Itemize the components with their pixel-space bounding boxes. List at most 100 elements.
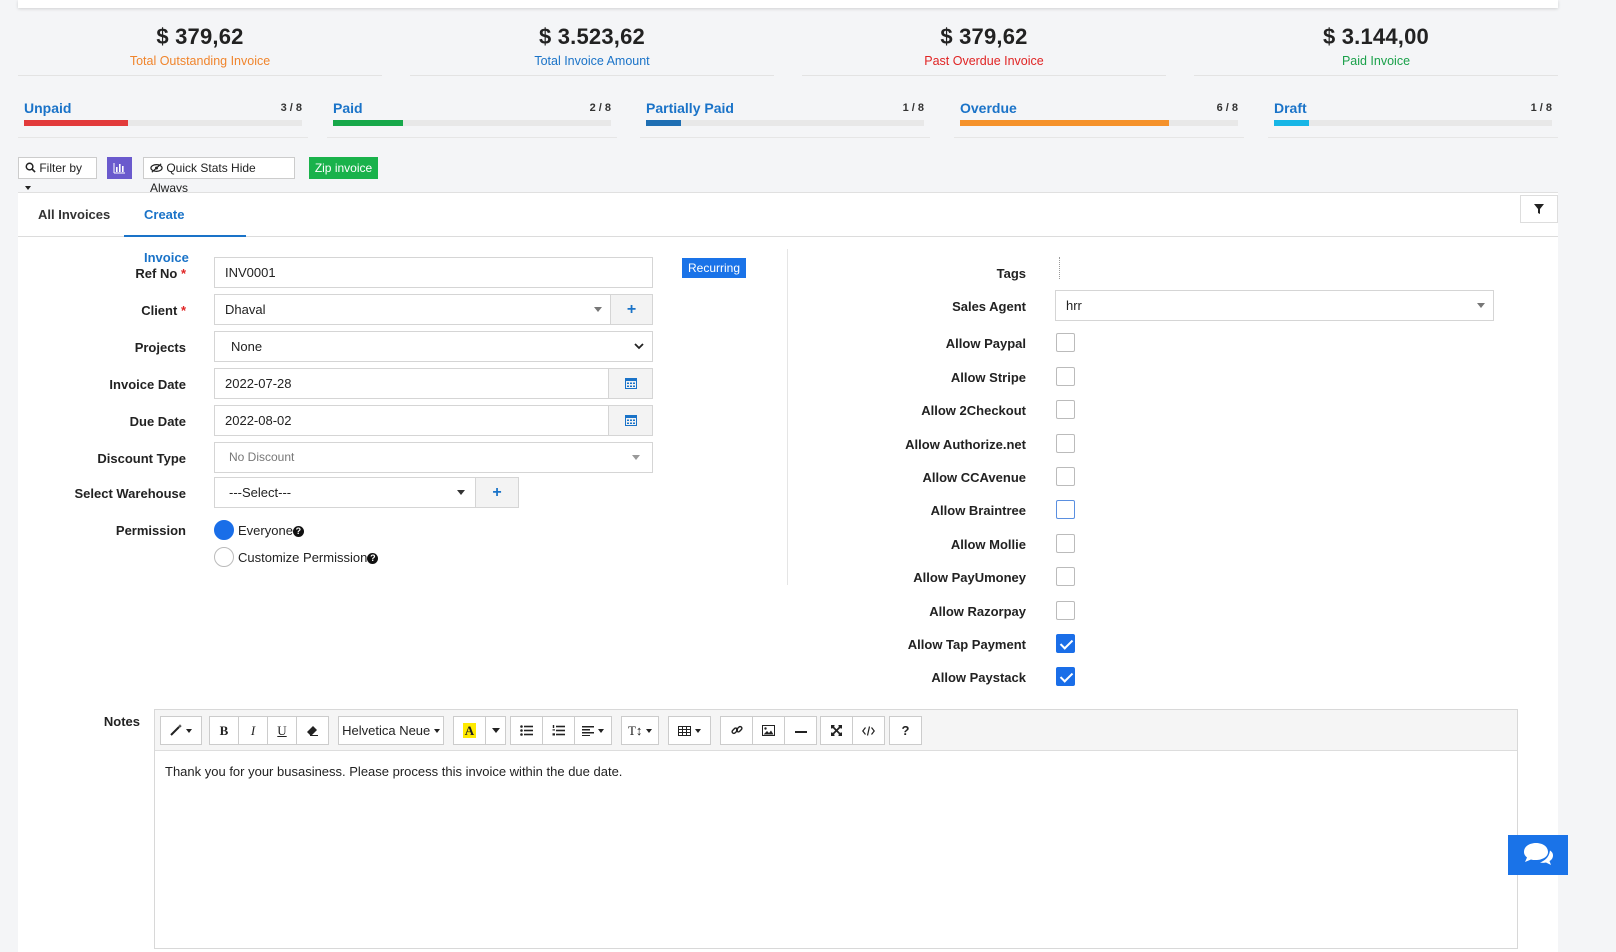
- recurring-button[interactable]: Recurring: [682, 258, 747, 278]
- italic-icon: I: [250, 723, 256, 738]
- progress-name: Paid: [333, 100, 363, 116]
- ref-no-input[interactable]: INV0001: [214, 257, 653, 288]
- table-button[interactable]: [668, 716, 711, 745]
- editor-toolbar: B I U Helvetica Neue A T↕ ?: [155, 710, 1517, 751]
- invoice-date-input[interactable]: 2022-07-28: [214, 368, 609, 399]
- image-button[interactable]: [752, 716, 785, 745]
- notes-body[interactable]: Thank you for your busasiness. Please pr…: [165, 764, 622, 779]
- filter-icon: [1534, 204, 1544, 214]
- payment-option-checkbox[interactable]: [1056, 601, 1075, 620]
- progress-name: Unpaid: [24, 100, 72, 116]
- payment-option-checkbox[interactable]: [1056, 667, 1075, 686]
- invoice-tabs: All Invoices Create Invoice: [18, 193, 1558, 265]
- chevron-down-icon: [632, 455, 640, 460]
- permission-everyone-radio[interactable]: [214, 520, 234, 540]
- payment-option-checkbox[interactable]: [1056, 367, 1075, 386]
- payment-option-checkbox[interactable]: [1056, 534, 1075, 553]
- progress-track: [333, 120, 611, 126]
- font-color-icon: A: [462, 723, 477, 738]
- calendar-icon: [624, 378, 637, 389]
- payment-option-label: Allow Authorize.net: [905, 437, 1026, 452]
- discount-type-value: No Discount: [229, 450, 295, 464]
- link-button[interactable]: [720, 716, 753, 745]
- list-ol-icon: [552, 725, 565, 736]
- font-color-button[interactable]: A: [453, 716, 486, 745]
- progress-fill: [960, 120, 1169, 126]
- question-circle-icon: ?: [292, 526, 304, 537]
- progress-fill: [24, 120, 129, 126]
- payment-option-checkbox[interactable]: [1056, 467, 1075, 486]
- permission-everyone-label: Everyone?: [238, 523, 304, 538]
- projects-select[interactable]: None: [214, 331, 653, 362]
- caret-down-icon: [646, 729, 653, 733]
- italic-button[interactable]: I: [238, 716, 268, 745]
- tags-input[interactable]: [1059, 257, 1060, 279]
- bold-button[interactable]: B: [209, 716, 239, 745]
- progress-draft[interactable]: Draft 1 / 8: [1268, 98, 1558, 138]
- progress-overdue[interactable]: Overdue 6 / 8: [954, 98, 1244, 138]
- style-button[interactable]: [160, 716, 202, 745]
- clear-format-button[interactable]: [296, 716, 329, 745]
- payment-option-label: Allow PayUmoney: [913, 570, 1026, 585]
- font-color-dropdown[interactable]: [485, 716, 506, 745]
- zip-invoice-button[interactable]: Zip invoice: [309, 157, 378, 179]
- notes-editor[interactable]: B I U Helvetica Neue A T↕ ? Thank you fo…: [154, 709, 1518, 949]
- client-select[interactable]: Dhaval: [214, 294, 611, 325]
- payment-option-label: Allow Braintree: [930, 503, 1026, 518]
- payment-option-label: Allow CCAvenue: [922, 470, 1026, 485]
- line-height-button[interactable]: T↕: [621, 716, 659, 745]
- due-date-input[interactable]: 2022-08-02: [214, 405, 609, 436]
- payment-option-checkbox[interactable]: [1056, 400, 1075, 419]
- progress-unpaid[interactable]: Unpaid 3 / 8: [18, 98, 308, 138]
- caret-down-icon: [25, 186, 31, 190]
- code-icon: [862, 726, 875, 736]
- underline-button[interactable]: U: [267, 716, 297, 745]
- warehouse-select[interactable]: ---Select---: [214, 477, 476, 508]
- fullscreen-button[interactable]: [820, 716, 853, 745]
- payment-option-checkbox[interactable]: [1056, 500, 1075, 519]
- tab-create-invoice[interactable]: Create Invoice: [124, 193, 246, 265]
- chart-toggle-button[interactable]: [107, 157, 132, 179]
- permission-custom-radio[interactable]: [214, 547, 234, 567]
- caret-down-icon: [491, 728, 500, 733]
- add-client-button[interactable]: +: [610, 294, 653, 325]
- bold-icon: B: [219, 723, 229, 738]
- projects-label: Projects: [134, 340, 186, 355]
- paragraph-align-button[interactable]: [574, 716, 612, 745]
- chat-button[interactable]: [1508, 835, 1568, 875]
- payment-option-checkbox[interactable]: [1056, 567, 1075, 586]
- discount-type-select[interactable]: No Discount: [214, 442, 653, 473]
- horizontal-rule-button[interactable]: [784, 716, 817, 745]
- progress-paid[interactable]: Paid 2 / 8: [327, 98, 617, 138]
- progress-track: [1274, 120, 1552, 126]
- progress-count: 1 / 8: [1530, 102, 1552, 114]
- invoice-card: All Invoices Create Invoice Ref No * INV…: [18, 192, 1558, 952]
- stat-total-invoice: $ 3.523,62 Total Invoice Amount: [410, 24, 774, 76]
- tab-all-invoices[interactable]: All Invoices: [18, 193, 130, 237]
- eraser-icon: [307, 726, 318, 736]
- ordered-list-button[interactable]: [542, 716, 575, 745]
- progress-name: Draft: [1274, 100, 1307, 116]
- payment-option-checkbox[interactable]: [1056, 634, 1075, 653]
- progress-partially-paid[interactable]: Partially Paid 1 / 8: [640, 98, 930, 138]
- payment-option-checkbox[interactable]: [1056, 434, 1075, 453]
- invoice-date-picker-button[interactable]: [608, 368, 653, 399]
- filter-by-button[interactable]: Filter by: [18, 157, 97, 190]
- image-icon: [762, 725, 775, 736]
- search-icon: [25, 162, 36, 173]
- font-family-button[interactable]: Helvetica Neue: [338, 716, 444, 745]
- help-button[interactable]: ?: [889, 716, 922, 745]
- code-view-button[interactable]: [852, 716, 885, 745]
- sales-agent-select[interactable]: hrr: [1055, 290, 1494, 321]
- quick-stats-toggle-button[interactable]: Quick Stats Hide Always: [143, 157, 295, 195]
- eye-slash-icon: [150, 163, 163, 173]
- stat-amount: $ 3.144,00: [1323, 24, 1429, 49]
- unordered-list-button[interactable]: [510, 716, 543, 745]
- payment-option-checkbox[interactable]: [1056, 333, 1075, 352]
- filter-toggle-button[interactable]: [1520, 195, 1558, 223]
- payment-option-label: Allow 2Checkout: [921, 403, 1026, 418]
- question-circle-icon: ?: [367, 553, 379, 564]
- due-date-picker-button[interactable]: [608, 405, 653, 436]
- progress-count: 6 / 8: [1216, 102, 1238, 114]
- add-warehouse-button[interactable]: +: [475, 477, 519, 508]
